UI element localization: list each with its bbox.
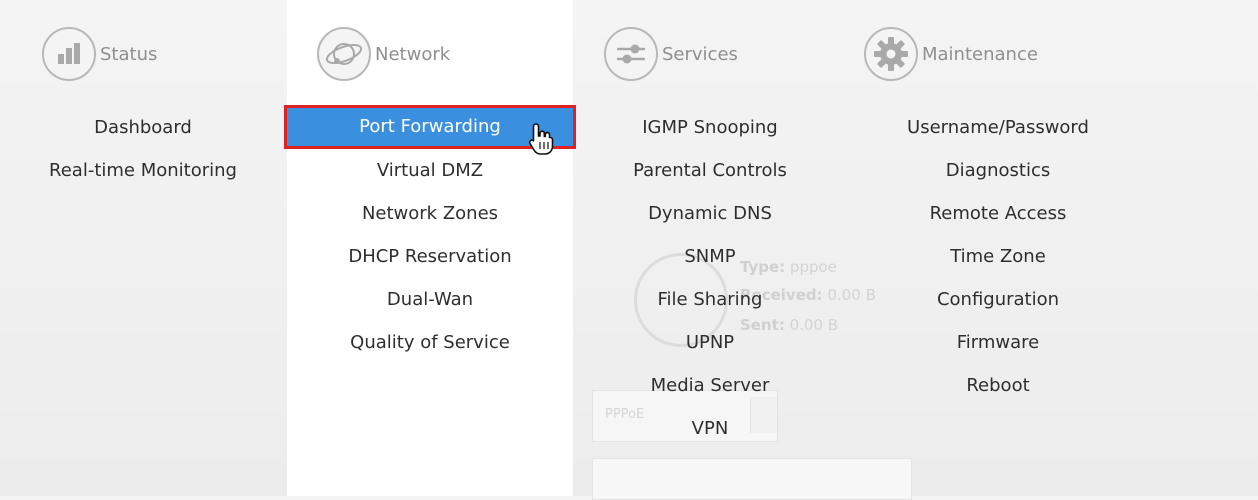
gear-icon (864, 27, 918, 81)
menu-item-vpn[interactable]: VPN (590, 407, 830, 450)
sliders-icon (604, 27, 658, 81)
menu-item-configuration[interactable]: Configuration (860, 278, 1136, 321)
menu-column-status: Status Dashboard Real-time Monitoring (14, 0, 272, 496)
bar-chart-icon (42, 27, 96, 81)
status-header[interactable]: Status (42, 24, 157, 84)
menu-item-snmp[interactable]: SNMP (590, 235, 830, 278)
menu-item-dynamic-dns[interactable]: Dynamic DNS (590, 192, 830, 235)
menu-item-parental-controls[interactable]: Parental Controls (590, 149, 830, 192)
menu-item-dhcp-reservation[interactable]: DHCP Reservation (283, 235, 577, 278)
menu-item-reboot[interactable]: Reboot (860, 364, 1136, 407)
menu-item-media-server[interactable]: Media Server (590, 364, 830, 407)
services-header-label: Services (662, 43, 738, 65)
globe-orbit-icon (317, 27, 371, 81)
network-header-label: Network (375, 43, 451, 65)
menu-item-dashboard[interactable]: Dashboard (14, 106, 272, 149)
menu-column-network: Network Port Forwarding Virtual DMZ Netw… (283, 0, 577, 496)
maintenance-header[interactable]: Maintenance (864, 24, 1038, 84)
menu-item-diagnostics[interactable]: Diagnostics (860, 149, 1136, 192)
menu-item-remote-access[interactable]: Remote Access (860, 192, 1136, 235)
menu-item-quality-of-service[interactable]: Quality of Service (283, 321, 577, 364)
network-header[interactable]: Network (317, 24, 450, 84)
menu-item-real-time-monitoring[interactable]: Real-time Monitoring (14, 149, 272, 192)
menu-item-dual-wan[interactable]: Dual-Wan (283, 278, 577, 321)
menu-item-network-zones[interactable]: Network Zones (283, 192, 577, 235)
menu-item-upnp[interactable]: UPNP (590, 321, 830, 364)
menu-item-port-forwarding[interactable]: Port Forwarding (287, 108, 573, 155)
services-header[interactable]: Services (604, 24, 738, 84)
menu-item-igmp-snooping[interactable]: IGMP Snooping (590, 106, 830, 149)
menu-item-file-sharing[interactable]: File Sharing (590, 278, 830, 321)
maintenance-header-label: Maintenance (922, 43, 1038, 65)
hand-pointer-icon (528, 123, 554, 155)
menu-item-port-forwarding-label: Port Forwarding (359, 116, 501, 137)
menu-column-maintenance: Maintenance Username/Password Diagnostic… (860, 0, 1136, 496)
menu-item-time-zone[interactable]: Time Zone (860, 235, 1136, 278)
status-header-label: Status (100, 43, 158, 65)
menu-item-username-password[interactable]: Username/Password (860, 106, 1136, 149)
menu-column-services: Services IGMP Snooping Parental Controls… (590, 0, 830, 496)
menu-item-firmware[interactable]: Firmware (860, 321, 1136, 364)
